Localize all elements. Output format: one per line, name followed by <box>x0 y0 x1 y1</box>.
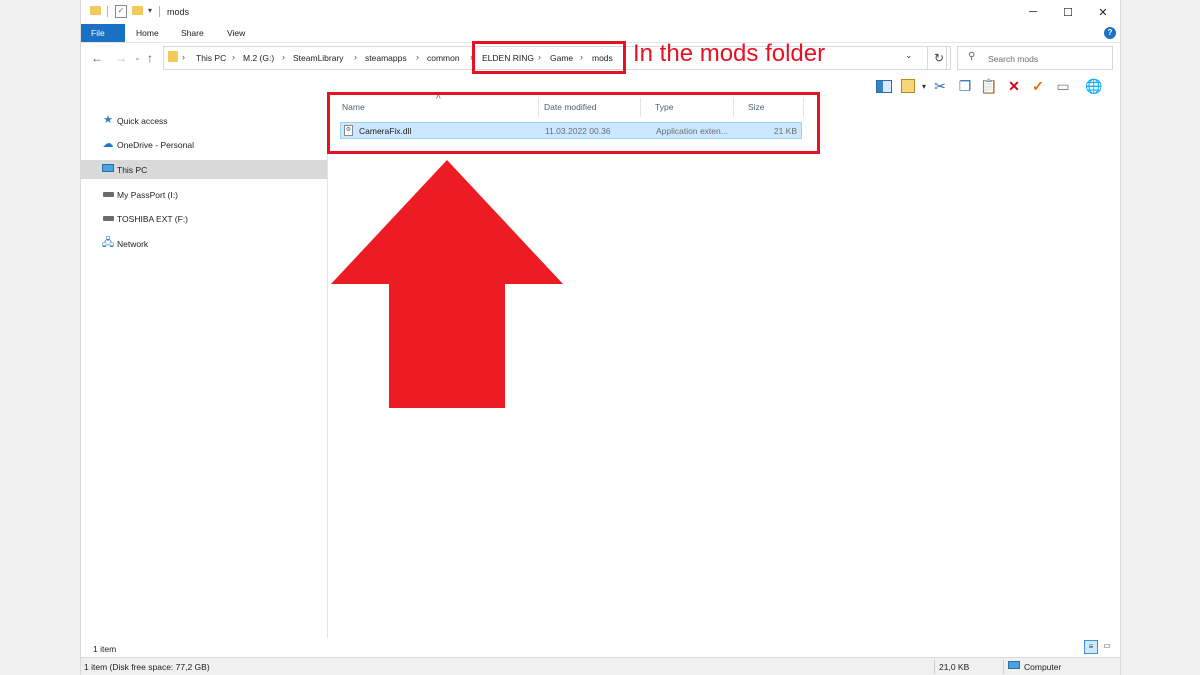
breadcrumb-steamapps[interactable]: steamapps <box>365 53 407 63</box>
search-icon: ⚲ <box>968 51 976 62</box>
network-icon: 🖧 <box>101 237 115 249</box>
minimize-button[interactable]: ─ <box>1016 0 1050 24</box>
drive-icon <box>101 212 115 225</box>
new-folder-icon[interactable] <box>132 6 143 17</box>
status-bar: 1 item ≡ ▭ <box>81 638 1120 657</box>
info-bar: 1 item (Disk free space: 77,2 GB) 21,0 K… <box>81 657 1120 675</box>
forward-arrow-icon[interactable]: → <box>115 51 127 65</box>
delete-icon[interactable]: ✕ <box>1004 76 1024 96</box>
tab-home[interactable]: Home <box>126 24 169 42</box>
breadcrumb-this-pc[interactable]: This PC <box>196 53 226 63</box>
sidebar-item-label: Quick access <box>117 116 168 126</box>
drive-icon <box>101 188 115 201</box>
copy-icon[interactable]: ❐ <box>955 76 975 96</box>
sidebar-item-label: TOSHIBA EXT (F:) <box>117 214 189 224</box>
breadcrumb-common[interactable]: common <box>427 53 460 63</box>
tab-view[interactable]: View <box>217 24 255 42</box>
cloud-icon: ☁ <box>102 138 114 150</box>
recent-locations-chevron-icon[interactable]: ⌄ <box>134 53 141 62</box>
sidebar-item-toshiba[interactable]: TOSHIBA EXT (F:) <box>81 209 327 228</box>
sidebar-item-label: Network <box>117 239 149 249</box>
title-bar: ✓ ▾ mods ─ ☐ ✕ <box>81 0 1120 24</box>
refresh-button[interactable]: ↻ <box>927 46 951 70</box>
chevron-right-icon[interactable]: › <box>354 52 357 62</box>
large-icons-view-button[interactable]: ▭ <box>1100 640 1114 654</box>
properties-icon[interactable]: ✓ <box>115 5 127 18</box>
disk-free-space: 1 item (Disk free space: 77,2 GB) <box>84 662 210 672</box>
divider <box>107 6 108 17</box>
chevron-right-icon[interactable]: › <box>282 52 285 62</box>
computer-icon <box>1008 661 1020 671</box>
sidebar-item-network[interactable]: 🖧 Network <box>81 234 327 253</box>
file-list-highlight-box <box>327 92 820 154</box>
back-arrow-icon[interactable]: ← <box>91 51 103 65</box>
breadcrumb-drive[interactable]: M.2 (G:) <box>243 53 274 63</box>
sidebar-item-label: OneDrive - Personal <box>117 140 195 150</box>
chevron-right-icon[interactable]: › <box>416 52 419 62</box>
chevron-right-icon[interactable]: › <box>182 52 185 62</box>
checkmark-icon[interactable]: ✓ <box>1028 76 1048 96</box>
item-count: 1 item <box>93 644 117 654</box>
tab-share[interactable]: Share <box>171 24 214 42</box>
star-icon: ★ <box>103 114 113 126</box>
computer-icon <box>101 163 115 176</box>
sidebar-item-onedrive[interactable]: ☁ OneDrive - Personal <box>81 135 327 154</box>
up-arrow-icon[interactable]: ↑ <box>147 51 153 65</box>
sidebar-item-quick-access[interactable]: ★ Quick access <box>81 111 327 130</box>
selection-size: 21,0 KB <box>939 662 970 672</box>
maximize-button[interactable]: ☐ <box>1051 0 1085 24</box>
divider <box>159 6 160 17</box>
folder-icon <box>168 51 178 64</box>
sidebar-item-label: This PC <box>117 165 148 175</box>
cut-icon[interactable]: ✂ <box>930 76 950 96</box>
divider <box>1003 660 1004 674</box>
folder-icon <box>90 6 101 17</box>
search-box[interactable]: ⚲ Search mods <box>957 46 1113 70</box>
window-title: mods <box>167 7 190 17</box>
sidebar-item-passport[interactable]: My PassPort (I:) <box>81 185 327 204</box>
chevron-right-icon[interactable]: › <box>232 52 235 62</box>
sidebar-item-label: My PassPort (I:) <box>117 190 178 200</box>
rename-icon[interactable]: ▭ <box>1053 76 1073 96</box>
globe-icon[interactable]: 🌐 <box>1084 76 1104 96</box>
tab-file[interactable]: File <box>81 24 125 42</box>
customize-toolbar-chevron-icon[interactable]: ▾ <box>148 6 152 15</box>
breadcrumb-steamlibrary[interactable]: SteamLibrary <box>293 53 344 63</box>
help-icon[interactable]: ? <box>1104 27 1116 39</box>
sidebar-item-this-pc[interactable]: This PC <box>81 160 327 179</box>
details-view-button[interactable]: ≡ <box>1084 640 1098 654</box>
address-highlight-box <box>472 41 626 74</box>
command-toolbar: ▾ ✂ ❐ 📋 ✕ ✓ ▭ 🌐 <box>871 76 1120 98</box>
red-up-arrow-icon <box>331 160 563 408</box>
preview-pane-icon[interactable] <box>874 76 894 96</box>
annotation-label: In the mods folder <box>633 40 826 67</box>
paste-icon[interactable]: 📋 <box>979 76 999 96</box>
divider <box>934 660 935 674</box>
search-input[interactable]: Search mods <box>988 54 1038 64</box>
location-label: Computer <box>1024 662 1062 672</box>
close-button[interactable]: ✕ <box>1086 0 1120 24</box>
address-history-chevron-icon[interactable]: ⌄ <box>905 50 913 61</box>
navigation-pane: ★ Quick access ☁ OneDrive - Personal Thi… <box>81 98 328 638</box>
